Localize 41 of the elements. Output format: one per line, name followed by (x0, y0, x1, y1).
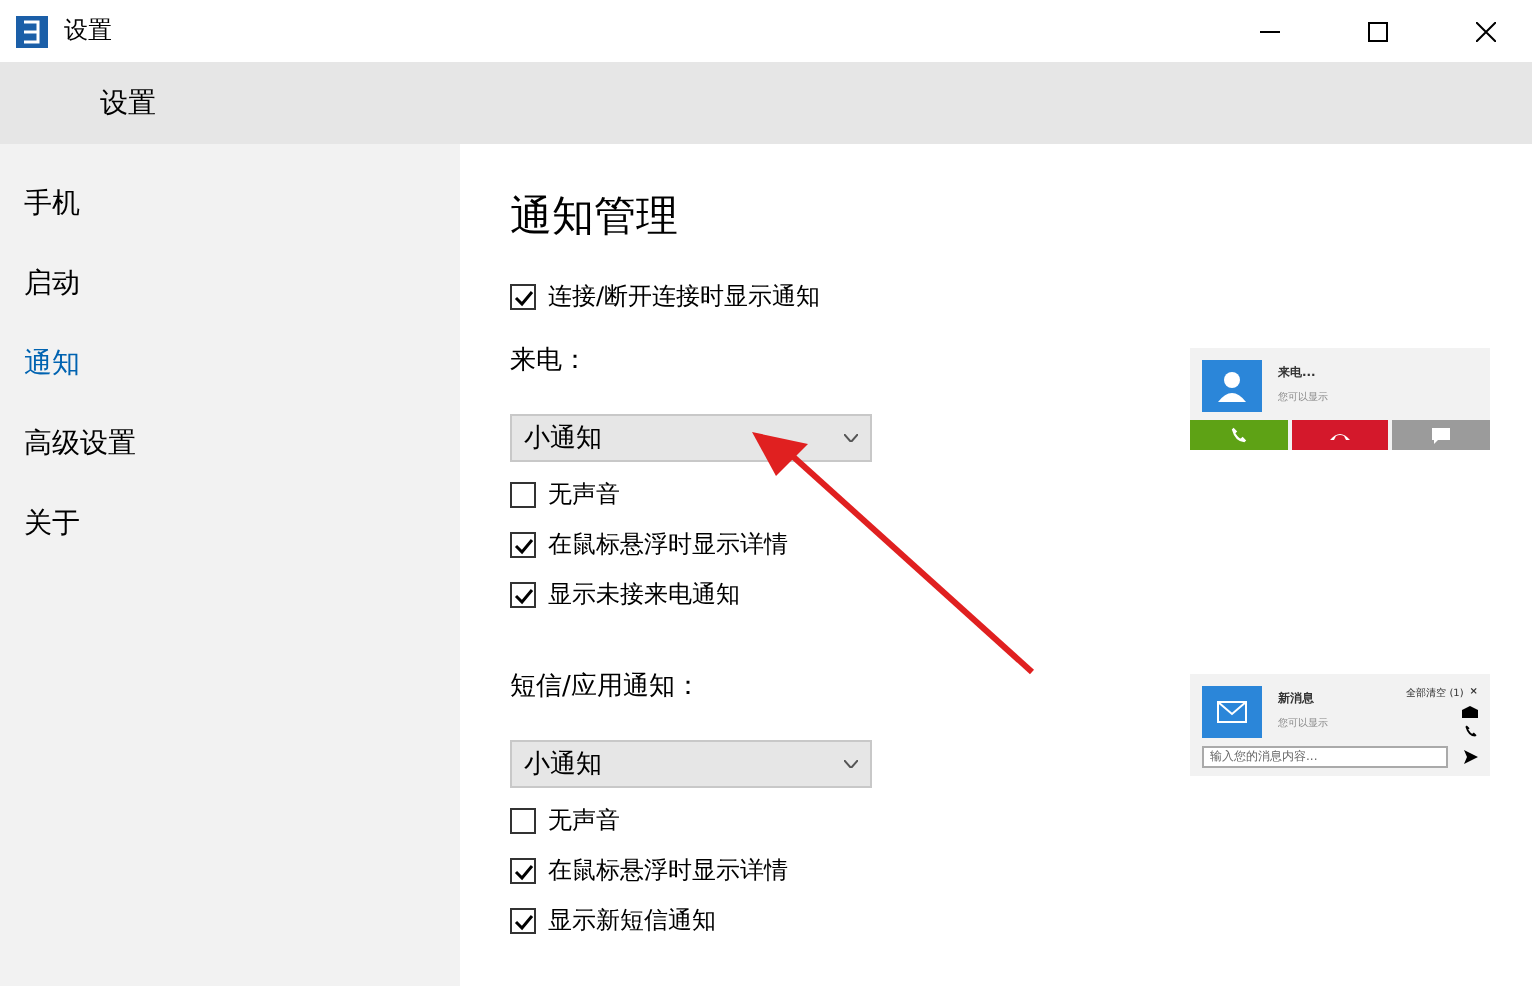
send-icon[interactable] (1464, 750, 1478, 764)
close-icon (1476, 21, 1496, 41)
sidebar-item[interactable]: 关于 (0, 484, 460, 564)
checkbox-label: 在鼠标悬浮时显示详情 (548, 854, 788, 888)
dropdown[interactable]: 小通知 (510, 740, 872, 788)
checkbox[interactable] (510, 582, 536, 608)
checkbox-label: 显示未接来电通知 (548, 578, 740, 612)
checkbox[interactable] (510, 482, 536, 508)
phone-icon (1464, 724, 1478, 738)
contact-icon (1202, 360, 1262, 412)
checkbox[interactable] (510, 908, 536, 934)
phone-icon (1229, 426, 1248, 444)
checkbox[interactable] (510, 532, 536, 558)
maximize-icon (1368, 21, 1388, 41)
sidebar-item[interactable]: 通知 (0, 324, 460, 404)
checkbox-label: 无声音 (548, 804, 620, 838)
header-title: 设置 (100, 85, 156, 121)
window-title: 设置 (64, 14, 114, 48)
inbox-icon (1462, 706, 1478, 718)
sidebar-item[interactable]: 启动 (0, 244, 460, 324)
sidebar-item[interactable]: 高级设置 (0, 404, 460, 484)
checkbox-label: 显示新短信通知 (548, 904, 716, 938)
dropdown[interactable]: 小通知 (510, 414, 872, 462)
section-label: 来电： (510, 344, 590, 380)
sidebar-item[interactable]: 手机 (0, 164, 460, 244)
checkbox[interactable] (510, 858, 536, 884)
chevron-icon (844, 434, 858, 442)
app-icon (16, 15, 48, 47)
checkbox-label: 在鼠标悬浮时显示详情 (548, 528, 788, 562)
checkbox[interactable] (510, 808, 536, 834)
checkbox-label: 连接/断开连接时显示通知 (548, 280, 821, 314)
decline-button[interactable] (1291, 420, 1389, 450)
chevron-icon (844, 760, 858, 768)
checkbox[interactable] (510, 284, 536, 310)
checkbox-label: 无声音 (548, 478, 620, 512)
message-button[interactable] (1392, 420, 1491, 450)
envelope-icon (1202, 686, 1262, 738)
section-label: 短信/应用通知： (510, 670, 703, 706)
hang-up-icon (1328, 429, 1352, 441)
page-title: 通知管理 (510, 190, 680, 244)
chat-icon (1432, 427, 1451, 443)
